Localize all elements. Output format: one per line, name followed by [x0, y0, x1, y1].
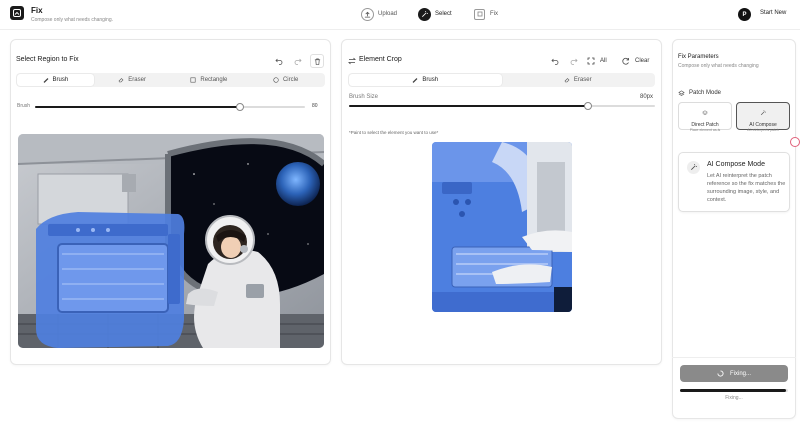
ai-compose-info-card: AI Compose Mode Let AI reinterpret the p…: [678, 152, 790, 212]
element-crop-title: Element Crop: [359, 56, 402, 63]
step-select[interactable]: Select: [418, 7, 452, 21]
brush-size-label: Brush Size: [349, 94, 379, 100]
fix-progress-fill: [680, 389, 786, 392]
brush-slider-value: 80: [312, 103, 318, 109]
footer-divider: [672, 357, 796, 358]
step-fix-label: Fix: [490, 11, 498, 17]
undo-icon[interactable]: [272, 54, 286, 68]
fix-button[interactable]: Fixing...: [680, 365, 788, 382]
top-bar: Fix Compose only what needs changing. Up…: [0, 0, 800, 30]
start-new-button[interactable]: Start New: [760, 10, 786, 16]
layers-icon: [702, 110, 708, 116]
step-select-label: Select: [435, 11, 452, 17]
step-upload[interactable]: Upload: [361, 7, 397, 21]
crop-redo-icon[interactable]: [567, 54, 581, 68]
step-upload-label: Upload: [378, 11, 398, 17]
layers-icon: [678, 90, 685, 96]
eraser-icon: [118, 78, 124, 83]
brush-icon: [412, 78, 418, 83]
app-title: Fix: [31, 6, 43, 15]
left-tool-tabs: Brush Eraser Rectangle Circle: [16, 73, 325, 87]
tool-brush[interactable]: Brush: [17, 74, 94, 86]
ai-compose-info-text: Let AI reinterpret the patch reference s…: [707, 173, 786, 203]
circle-icon: [273, 77, 279, 83]
source-image-canvas[interactable]: [18, 134, 324, 348]
fix-progress-label: Fixing...: [725, 395, 743, 401]
ai-compose-info-title: AI Compose Mode: [707, 161, 765, 168]
fix-parameters-title: Fix Parameters: [678, 54, 719, 60]
wand-icon: [687, 161, 700, 174]
refresh-icon: [622, 57, 629, 65]
crop-tool-eraser[interactable]: Eraser: [502, 74, 655, 86]
eraser-icon: [564, 78, 570, 83]
brush-size-thumb[interactable]: [583, 102, 592, 110]
tool-eraser[interactable]: Eraser: [94, 74, 171, 86]
select-all-button[interactable]: All: [587, 54, 607, 68]
select-region-title: Select Region to Fix: [16, 56, 79, 63]
brush-icon: [43, 78, 48, 83]
tool-circle[interactable]: Circle: [247, 74, 324, 86]
crop-tool-brush[interactable]: Brush: [349, 74, 502, 86]
feedback-icon[interactable]: [790, 137, 800, 147]
crop-undo-icon[interactable]: [548, 54, 562, 68]
tool-rectangle[interactable]: Rectangle: [171, 74, 248, 86]
brush-slider[interactable]: [35, 103, 305, 111]
rectangle-icon: [190, 77, 196, 83]
redo-icon[interactable]: [291, 54, 305, 68]
brush-size-fill: [349, 105, 588, 107]
wand-icon: [418, 7, 431, 21]
select-all-icon: [587, 57, 595, 65]
avatar[interactable]: P: [738, 8, 751, 21]
mode-ai-compose[interactable]: AI Compose AI reinterprets patch: [736, 102, 790, 132]
app-logo-icon: [10, 6, 24, 20]
fix-icon: [474, 8, 485, 20]
crop-image-canvas[interactable]: [432, 142, 572, 312]
brush-size-value: 80px: [640, 94, 654, 100]
step-fix[interactable]: Fix: [474, 7, 498, 21]
trash-icon[interactable]: [310, 54, 324, 68]
brush-slider-fill: [35, 106, 241, 108]
wand-icon: [760, 109, 766, 116]
fix-parameters-subtitle: Compose only what needs changing: [678, 63, 759, 69]
patch-mode-label: Patch Mode: [689, 90, 722, 96]
brush-slider-label: Brush: [17, 103, 31, 109]
app-subtitle: Compose only what needs changing.: [31, 17, 113, 23]
upload-icon: [361, 7, 374, 21]
crop-swap-icon: [348, 57, 356, 65]
fix-parameters-panel: [672, 39, 796, 419]
crop-hint-text: *Paint to select the element you want to…: [349, 130, 439, 135]
clear-button[interactable]: Clear: [622, 54, 649, 68]
fix-progress-bar: [680, 389, 788, 392]
brush-size-slider[interactable]: [349, 102, 655, 110]
mode-direct-patch[interactable]: Direct Patch Place element as-is: [678, 102, 732, 132]
spinner-icon: [717, 370, 724, 377]
crop-tool-tabs: Brush Eraser: [348, 73, 655, 87]
